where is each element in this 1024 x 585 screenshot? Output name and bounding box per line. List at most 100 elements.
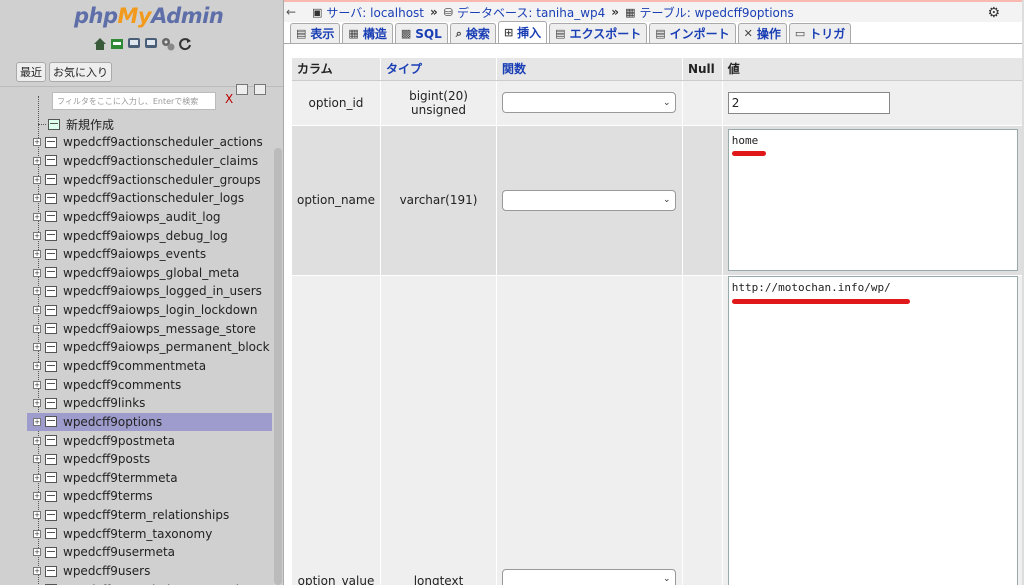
tab-sql[interactable]: ▩ SQL [394,23,448,43]
sidebar-item-table[interactable]: + wpedcff9actionscheduler_actions [27,133,272,152]
sidebar-item-table[interactable]: +wpedcff9wc_admin_note_actions [27,580,272,585]
breadcrumb-database[interactable]: データベース: taniha_wp4 [457,4,605,21]
tab-search[interactable]: ⌕ 検索 [449,23,496,43]
header-function[interactable]: 関数 [496,58,683,81]
nav-scrollbar[interactable] [274,148,282,585]
expand-icon[interactable]: + [33,529,41,538]
sidebar-item-table[interactable]: + wpedcff9termmeta [27,469,272,488]
table-icon[interactable] [45,230,57,242]
expand-icon[interactable]: + [33,343,41,352]
tab-structure[interactable]: ▦ 構造 [342,23,393,43]
sidebar-item-table[interactable]: + wpedcff9commentmeta [27,357,272,376]
table-icon[interactable] [45,248,57,260]
table-icon[interactable] [45,379,57,391]
table-icon[interactable] [45,155,57,167]
expand-icon[interactable]: + [33,138,41,147]
expand-icon[interactable]: + [33,156,41,165]
table-icon[interactable] [45,192,57,204]
logout-icon[interactable] [110,37,124,51]
expand-icon[interactable]: + [33,511,41,520]
filter-clear-button[interactable]: X [225,92,233,106]
value-textarea[interactable]: home [727,129,1018,271]
expand-icon[interactable]: + [33,175,41,184]
table-icon[interactable] [45,565,57,577]
sidebar-item-table[interactable]: + wpedcff9term_taxonomy [27,524,272,543]
favorites-tab[interactable]: お気に入り [49,62,112,82]
table-icon[interactable] [45,546,57,558]
table-icon[interactable] [45,136,57,148]
expand-icon[interactable]: + [33,399,41,408]
sidebar-item-table[interactable]: + wpedcff9aiowps_logged_in_users [27,282,272,301]
sidebar-item-table[interactable]: + wpedcff9usermeta [27,543,272,562]
help-icon[interactable] [144,37,158,51]
phpmyadmin-logo[interactable]: phpMyAdmin [74,4,224,28]
table-icon[interactable] [45,472,57,484]
expand-icon[interactable]: + [33,362,41,370]
header-type[interactable]: タイプ [380,58,498,81]
expand-icon[interactable]: + [33,287,41,296]
table-icon[interactable] [45,397,57,409]
function-select[interactable]: ⌄ [502,92,677,113]
table-icon[interactable] [45,453,57,465]
expand-icon[interactable]: + [33,212,41,221]
reload-icon[interactable] [178,37,192,51]
expand-icon[interactable]: + [33,436,41,445]
table-icon[interactable] [45,416,57,428]
sidebar-item-table[interactable]: + wpedcff9terms [27,487,272,506]
tab-import[interactable]: ▤ インポート [649,23,736,43]
table-icon[interactable] [45,323,57,335]
tab-operations[interactable]: ✕ 操作 [737,23,787,43]
expand-icon[interactable]: + [33,455,41,464]
expand-icon[interactable]: + [33,567,41,576]
table-icon[interactable] [45,490,57,502]
sidebar-item-table[interactable]: + wpedcff9actionscheduler_logs [27,189,272,208]
sidebar-item-table[interactable]: + wpedcff9aiowps_audit_log [27,208,272,227]
home-icon[interactable] [93,37,107,51]
sidebar-item-table[interactable]: + wpedcff9term_relationships [27,506,272,525]
page-settings-icon[interactable]: ⚙ [987,5,1000,21]
tab-export[interactable]: ▤ エクスポート [549,23,648,43]
function-select[interactable]: ⌄ [502,568,677,585]
sidebar-item-table[interactable]: + wpedcff9postmeta [27,431,272,450]
settings-icon[interactable] [161,37,175,51]
sidebar-item-table[interactable]: + wpedcff9aiowps_permanent_block [27,338,272,357]
expand-icon[interactable]: + [33,250,41,259]
value-input[interactable]: 2 [727,91,890,114]
collapse-nav-icon[interactable]: ← [286,5,300,19]
expand-icon[interactable]: + [33,231,41,240]
sidebar-item-table[interactable]: + wpedcff9actionscheduler_claims [27,152,272,171]
sidebar-item-table[interactable]: + wpedcff9actionscheduler_groups [27,170,272,189]
table-icon[interactable] [45,174,57,186]
breadcrumb-server[interactable]: サーバ: localhost [326,4,424,21]
sidebar-item-table[interactable]: + wpedcff9aiowps_events [27,245,272,264]
table-icon[interactable] [45,285,57,297]
docs-icon[interactable] [127,37,141,51]
sidebar-item-table[interactable]: + wpedcff9aiowps_debug_log [27,226,272,245]
sidebar-item-table[interactable]: + wpedcff9comments [27,375,272,394]
tab-browse[interactable]: ▤ 表示 [290,23,341,43]
table-icon[interactable] [45,211,57,223]
sidebar-item-table[interactable]: + wpedcff9users [27,562,272,581]
sidebar-item-table[interactable]: + wpedcff9aiowps_message_store [27,319,272,338]
table-icon[interactable] [45,360,57,372]
expand-icon[interactable]: + [33,492,41,501]
expand-icon[interactable]: + [33,194,41,203]
expand-icon[interactable]: + [33,473,41,482]
sidebar-item-table[interactable]: + wpedcff9aiowps_global_meta [27,263,272,282]
table-icon[interactable] [45,304,57,316]
table-icon[interactable] [45,341,57,353]
table-icon[interactable] [45,435,57,447]
expand-icon[interactable]: + [33,324,41,333]
sidebar-item-table[interactable]: + wpedcff9posts [27,450,272,469]
expand-icon[interactable]: + [33,548,41,557]
value-textarea[interactable]: http://motochan.info/wp/ [727,275,1018,585]
table-filter-input[interactable]: フィルタをここに入力し、Enterで検索 [52,92,216,110]
new-table-item[interactable]: 新規作成 [38,116,114,132]
sidebar-item-table[interactable]: + wpedcff9links [27,394,272,413]
table-icon[interactable] [45,267,57,279]
expand-icon[interactable]: + [33,268,41,277]
breadcrumb-table[interactable]: テーブル: wpedcff9options [639,4,793,21]
expand-icon[interactable]: + [33,380,41,389]
expand-icon[interactable]: + [33,306,41,315]
tab-insert[interactable]: ⊞ 挿入 [497,21,548,43]
